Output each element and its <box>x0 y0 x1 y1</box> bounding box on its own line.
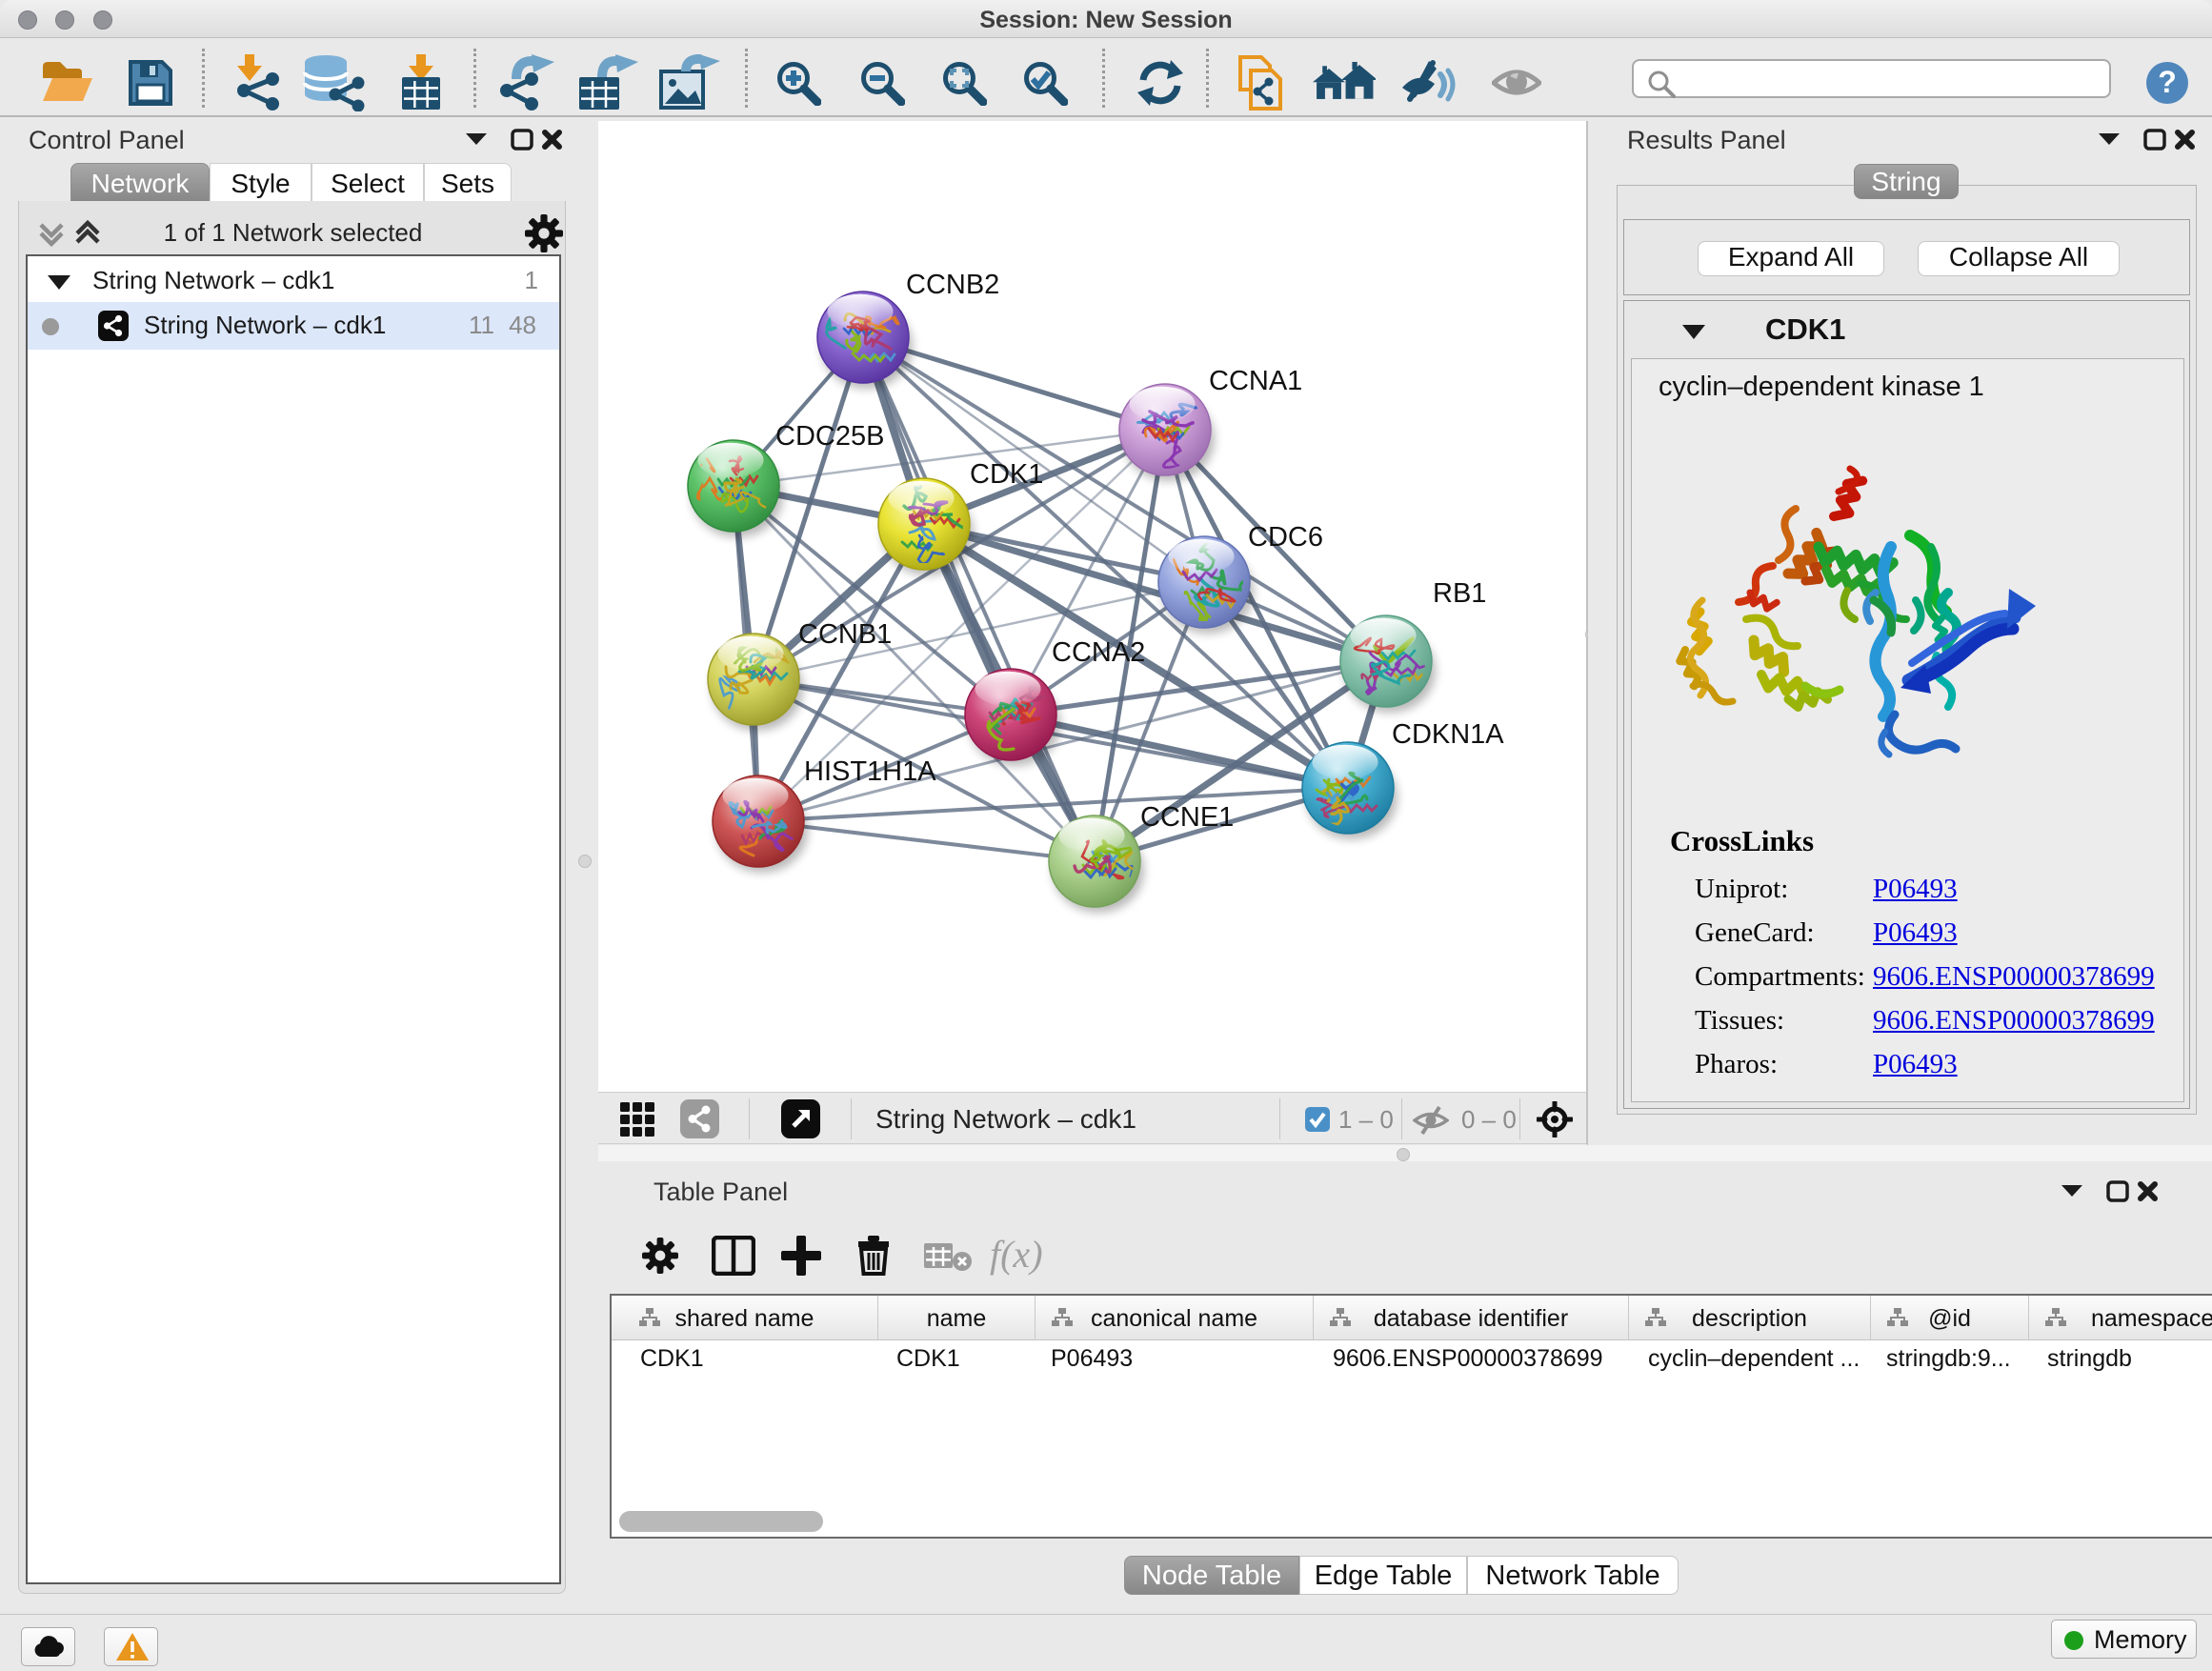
svg-text:CDC25B: CDC25B <box>775 421 884 452</box>
svg-text:CCNB1: CCNB1 <box>798 619 892 650</box>
svg-text:CCNB2: CCNB2 <box>906 270 999 300</box>
svg-text:CDKN1A: CDKN1A <box>1392 719 1504 750</box>
svg-text:RB1: RB1 <box>1433 578 1486 609</box>
svg-text:CDC6: CDC6 <box>1248 522 1323 553</box>
svg-text:CCNA2: CCNA2 <box>1052 637 1145 668</box>
svg-text:HIST1H1A: HIST1H1A <box>804 756 936 787</box>
svg-text:CCNE1: CCNE1 <box>1140 802 1234 833</box>
svg-text:CCNA1: CCNA1 <box>1209 366 1302 396</box>
svg-text:?: ? <box>2158 65 2177 99</box>
svg-text:CDK1: CDK1 <box>970 459 1043 490</box>
